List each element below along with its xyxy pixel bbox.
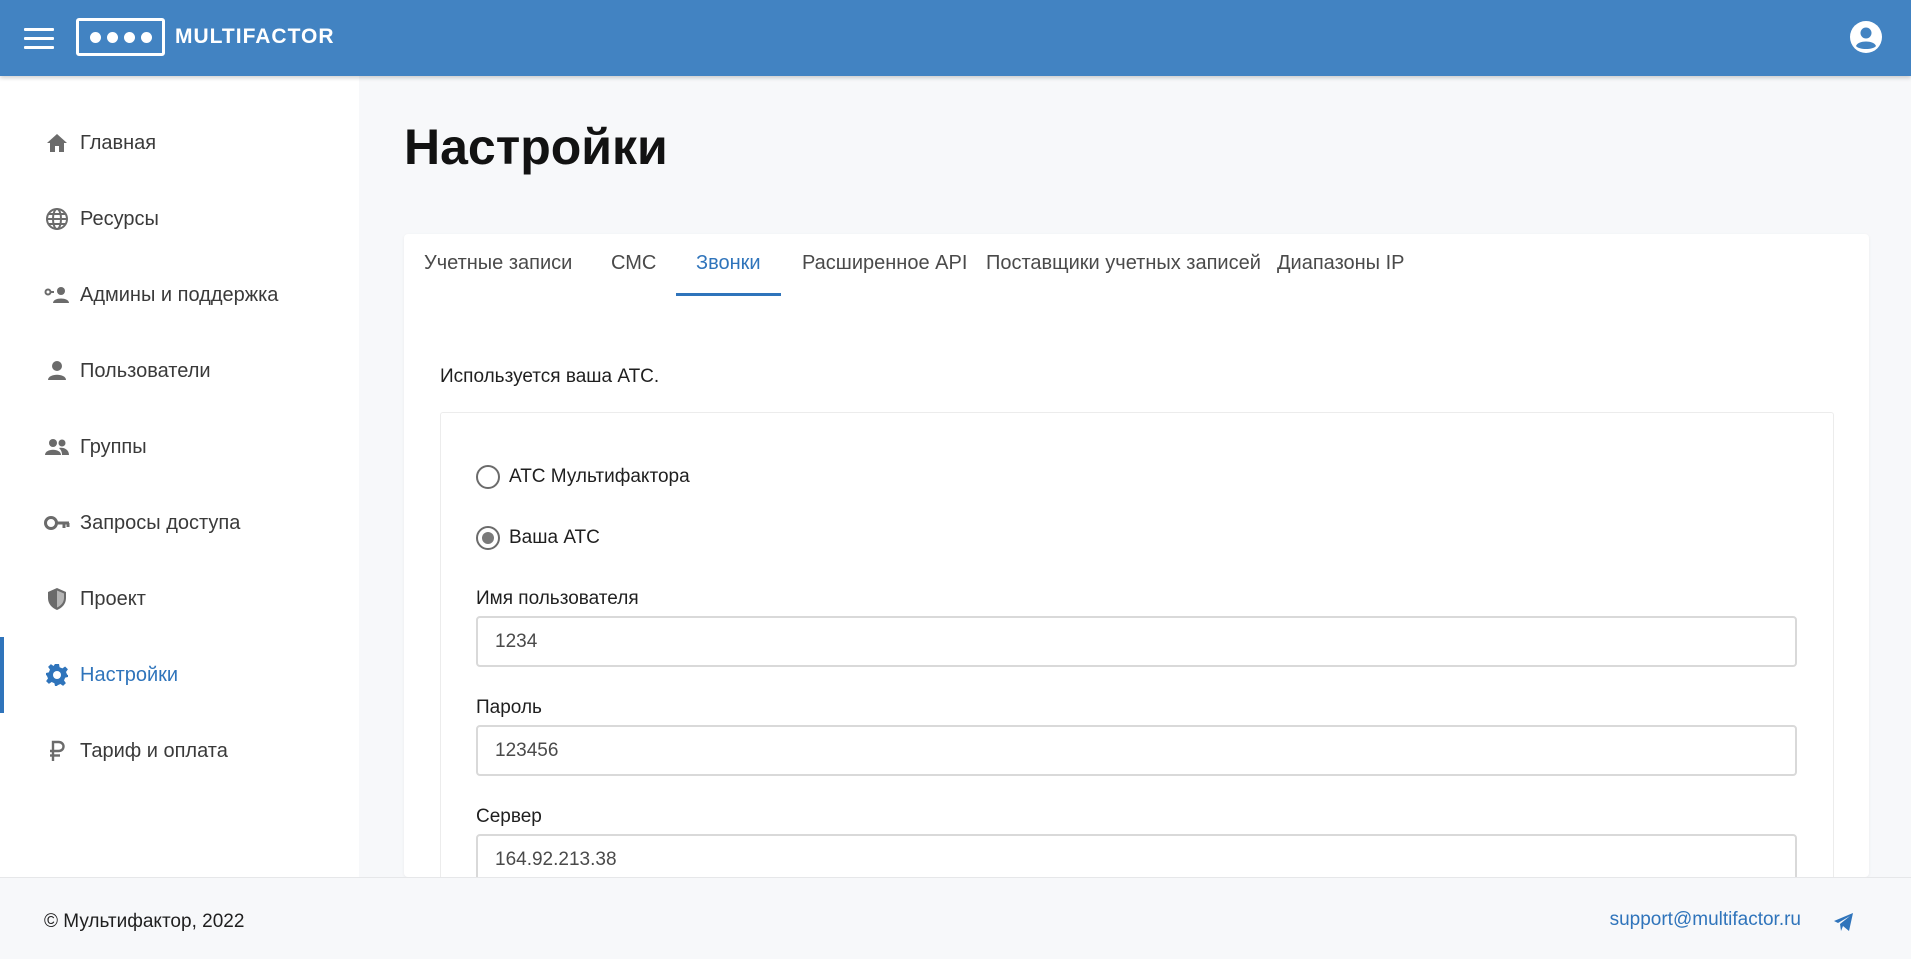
sidebar-item-label: Настройки — [80, 663, 179, 686]
sidebar-item-resources[interactable]: Ресурсы — [0, 181, 359, 257]
footer: © Мультифактор, 2022 support@multifactor… — [0, 877, 1911, 959]
radio-multifactor-pbx[interactable]: АТС Мультифактора — [476, 465, 690, 489]
sidebar-item-label: Тариф и оплата — [80, 739, 228, 762]
radio-label: Ваша АТС — [509, 527, 600, 548]
sidebar-item-label: Группы — [80, 435, 147, 458]
settings-card: Учетные записи СМС Звонки Расширенное AP… — [404, 234, 1869, 885]
tab-sms[interactable]: СМС — [591, 234, 676, 296]
sidebar-item-admins[interactable]: Админы и поддержка — [0, 257, 359, 333]
settings-tabs: Учетные записи СМС Звонки Расширенное AP… — [404, 234, 1869, 296]
copyright: © Мультифактор, 2022 — [44, 911, 245, 932]
password-label: Пароль — [476, 697, 542, 718]
sidebar-item-label: Пользователи — [80, 359, 211, 382]
sidebar-item-users[interactable]: Пользователи — [0, 333, 359, 409]
sidebar-item-settings[interactable]: Настройки — [0, 637, 359, 713]
sidebar-item-project[interactable]: Проект — [0, 561, 359, 637]
username-field[interactable] — [476, 616, 1797, 667]
sidebar-item-groups[interactable]: Группы — [0, 409, 359, 485]
menu-icon[interactable] — [24, 28, 54, 50]
key-icon — [44, 510, 70, 536]
page-title: Настройки — [404, 119, 668, 175]
sidebar-item-label: Запросы доступа — [80, 511, 241, 534]
shield-icon — [44, 586, 70, 612]
ruble-icon — [44, 738, 70, 764]
radio-label: АТС Мультифактора — [509, 466, 690, 487]
radio-button-checked[interactable] — [476, 526, 500, 550]
group-icon — [44, 434, 70, 460]
tab-ip-ranges[interactable]: Диапазоны IP — [1257, 234, 1425, 296]
sidebar-item-home[interactable]: Главная — [0, 105, 359, 181]
globe-icon — [44, 206, 70, 232]
radio-button-unchecked[interactable] — [476, 465, 500, 489]
pbx-settings-panel: АТС Мультифактора Ваша АТС Имя пользоват… — [440, 412, 1834, 885]
gear-icon — [44, 662, 70, 688]
support-email-link[interactable]: support@multifactor.ru — [1610, 909, 1801, 931]
account-icon[interactable] — [1849, 20, 1883, 54]
telegram-icon[interactable] — [1833, 912, 1855, 932]
tab-extended-api[interactable]: Расширенное API — [782, 234, 987, 296]
username-label: Имя пользователя — [476, 588, 639, 609]
sidebar-item-access-requests[interactable]: Запросы доступа — [0, 485, 359, 561]
sidebar-item-label: Проект — [80, 587, 146, 610]
logo-mark — [76, 18, 165, 56]
tab-accounts[interactable]: Учетные записи — [404, 234, 592, 296]
user-icon — [44, 358, 70, 384]
server-label: Сервер — [476, 806, 542, 827]
sidebar: Главная Ресурсы Админы и поддержка Польз… — [0, 76, 359, 877]
sidebar-item-label: Админы и поддержка — [80, 283, 279, 306]
home-icon — [44, 130, 70, 156]
tab-account-providers[interactable]: Поставщики учетных записей — [966, 234, 1281, 296]
logo-text: MULTIFACTOR — [175, 25, 335, 48]
sidebar-item-billing[interactable]: Тариф и оплата — [0, 713, 359, 789]
radio-your-pbx[interactable]: Ваша АТС — [476, 526, 600, 550]
admin-support-icon — [44, 282, 70, 308]
top-header: MULTIFACTOR — [0, 0, 1911, 76]
tab-calls[interactable]: Звонки — [676, 234, 781, 296]
password-field[interactable] — [476, 725, 1797, 776]
pbx-status-note: Используется ваша АТС. — [440, 366, 660, 387]
sidebar-item-label: Ресурсы — [80, 207, 159, 230]
sidebar-item-label: Главная — [80, 131, 157, 154]
logo[interactable]: MULTIFACTOR — [76, 18, 335, 56]
